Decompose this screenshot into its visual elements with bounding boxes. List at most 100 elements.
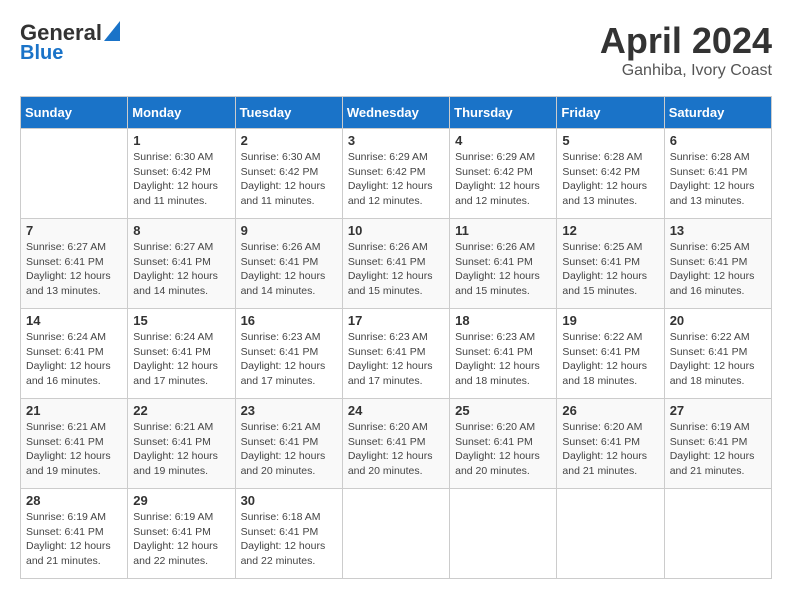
day-number: 13 [670,223,766,238]
calendar-cell: 3 Sunrise: 6:29 AMSunset: 6:42 PMDaylight… [342,129,449,219]
calendar-cell: 12 Sunrise: 6:25 AMSunset: 6:41 PMDayligh… [557,219,664,309]
calendar-cell: 9Sunrise: 6:26 AMSunset: 6:41 PMDaylight… [235,219,342,309]
day-info: Sunrise: 6:21 AMSunset: 6:41 PMDaylight:… [133,420,229,479]
month-title: April 2024 [600,20,772,62]
weekday-header-monday: Monday [128,97,235,129]
day-info: Sunrise: 6:24 AMSunset: 6:41 PMDaylight:… [133,330,229,389]
day-number: 28 [26,493,122,508]
day-number: 19 [562,313,658,328]
day-number: 7 [26,223,122,238]
calendar-cell: 21 Sunrise: 6:21 AMSunset: 6:41 PMDayligh… [21,399,128,489]
day-info: Sunrise: 6:28 AMSunset: 6:42 PMDaylight:… [562,150,658,209]
day-number: 24 [348,403,444,418]
day-number: 2 [241,133,337,148]
calendar-cell: 29 Sunrise: 6:19 AMSunset: 6:41 PMDayligh… [128,489,235,579]
day-info: Sunrise: 6:20 AMSunset: 6:41 PMDaylight:… [455,420,551,479]
calendar-cell [21,129,128,219]
day-number: 17 [348,313,444,328]
day-number: 6 [670,133,766,148]
calendar-cell: 22 Sunrise: 6:21 AMSunset: 6:41 PMDayligh… [128,399,235,489]
day-info: Sunrise: 6:29 AMSunset: 6:42 PMDaylight:… [348,150,444,209]
day-info: Sunrise: 6:25 AMSunset: 6:41 PMDaylight:… [670,240,766,299]
calendar-cell [450,489,557,579]
weekday-header-thursday: Thursday [450,97,557,129]
day-number: 25 [455,403,551,418]
calendar-cell: 4 Sunrise: 6:29 AMSunset: 6:42 PMDaylight… [450,129,557,219]
title-area: April 2024 Ganhiba, Ivory Coast [600,20,772,80]
day-number: 29 [133,493,229,508]
calendar-cell [664,489,771,579]
day-info: Sunrise: 6:29 AMSunset: 6:42 PMDaylight:… [455,150,551,209]
calendar-cell: 1Sunrise: 6:30 AMSunset: 6:42 PMDaylight… [128,129,235,219]
day-number: 26 [562,403,658,418]
week-row-4: 28 Sunrise: 6:19 AMSunset: 6:41 PMDayligh… [21,489,772,579]
calendar-cell: 11Sunrise: 6:26 AMSunset: 6:41 PMDayligh… [450,219,557,309]
day-info: Sunrise: 6:19 AMSunset: 6:41 PMDaylight:… [133,510,229,569]
day-info: Sunrise: 6:26 AMSunset: 6:41 PMDaylight:… [455,240,551,299]
day-number: 21 [26,403,122,418]
day-number: 5 [562,133,658,148]
day-info: Sunrise: 6:18 AMSunset: 6:41 PMDaylight:… [241,510,337,569]
calendar-cell: 14 Sunrise: 6:24 AMSunset: 6:41 PMDayligh… [21,309,128,399]
day-number: 3 [348,133,444,148]
calendar-cell: 8Sunrise: 6:27 AMSunset: 6:41 PMDaylight… [128,219,235,309]
calendar-header: SundayMondayTuesdayWednesdayThursdayFrid… [21,97,772,129]
week-row-3: 21 Sunrise: 6:21 AMSunset: 6:41 PMDayligh… [21,399,772,489]
calendar-cell [342,489,449,579]
day-number: 14 [26,313,122,328]
calendar-cell: 27Sunrise: 6:19 AMSunset: 6:41 PMDayligh… [664,399,771,489]
day-number: 9 [241,223,337,238]
day-info: Sunrise: 6:20 AMSunset: 6:41 PMDaylight:… [562,420,658,479]
calendar-cell: 6 Sunrise: 6:28 AMSunset: 6:41 PMDaylight… [664,129,771,219]
week-row-2: 14 Sunrise: 6:24 AMSunset: 6:41 PMDayligh… [21,309,772,399]
day-number: 22 [133,403,229,418]
day-info: Sunrise: 6:20 AMSunset: 6:41 PMDaylight:… [348,420,444,479]
day-number: 30 [241,493,337,508]
calendar-cell: 24 Sunrise: 6:20 AMSunset: 6:41 PMDayligh… [342,399,449,489]
calendar-table: SundayMondayTuesdayWednesdayThursdayFrid… [20,96,772,579]
location-title: Ganhiba, Ivory Coast [600,62,772,80]
day-info: Sunrise: 6:30 AMSunset: 6:42 PMDaylight:… [133,150,229,209]
day-number: 12 [562,223,658,238]
calendar-cell: 18Sunrise: 6:23 AMSunset: 6:41 PMDayligh… [450,309,557,399]
calendar-cell: 2 Sunrise: 6:30 AMSunset: 6:42 PMDaylight… [235,129,342,219]
day-info: Sunrise: 6:22 AMSunset: 6:41 PMDaylight:… [562,330,658,389]
day-info: Sunrise: 6:27 AMSunset: 6:41 PMDaylight:… [26,240,122,299]
day-number: 27 [670,403,766,418]
weekday-header-wednesday: Wednesday [342,97,449,129]
weekday-header-saturday: Saturday [664,97,771,129]
day-info: Sunrise: 6:24 AMSunset: 6:41 PMDaylight:… [26,330,122,389]
calendar-cell: 25 Sunrise: 6:20 AMSunset: 6:41 PMDayligh… [450,399,557,489]
day-info: Sunrise: 6:22 AMSunset: 6:41 PMDaylight:… [670,330,766,389]
weekday-header-tuesday: Tuesday [235,97,342,129]
day-number: 4 [455,133,551,148]
day-info: Sunrise: 6:25 AMSunset: 6:41 PMDaylight:… [562,240,658,299]
calendar-body: 1Sunrise: 6:30 AMSunset: 6:42 PMDaylight… [21,129,772,579]
day-number: 8 [133,223,229,238]
calendar-cell: 19 Sunrise: 6:22 AMSunset: 6:41 PMDayligh… [557,309,664,399]
week-row-0: 1Sunrise: 6:30 AMSunset: 6:42 PMDaylight… [21,129,772,219]
day-info: Sunrise: 6:21 AMSunset: 6:41 PMDaylight:… [26,420,122,479]
calendar-cell: 28 Sunrise: 6:19 AMSunset: 6:41 PMDayligh… [21,489,128,579]
calendar-cell: 30 Sunrise: 6:18 AMSunset: 6:41 PMDayligh… [235,489,342,579]
day-number: 16 [241,313,337,328]
day-number: 23 [241,403,337,418]
day-info: Sunrise: 6:23 AMSunset: 6:41 PMDaylight:… [455,330,551,389]
week-row-1: 7 Sunrise: 6:27 AMSunset: 6:41 PMDaylight… [21,219,772,309]
day-number: 15 [133,313,229,328]
calendar-cell: 7 Sunrise: 6:27 AMSunset: 6:41 PMDaylight… [21,219,128,309]
weekday-row: SundayMondayTuesdayWednesdayThursdayFrid… [21,97,772,129]
calendar-cell: 10Sunrise: 6:26 AMSunset: 6:41 PMDayligh… [342,219,449,309]
weekday-header-friday: Friday [557,97,664,129]
calendar-cell: 15 Sunrise: 6:24 AMSunset: 6:41 PMDayligh… [128,309,235,399]
weekday-header-sunday: Sunday [21,97,128,129]
calendar-cell: 16Sunrise: 6:23 AMSunset: 6:41 PMDayligh… [235,309,342,399]
day-number: 20 [670,313,766,328]
calendar-cell: 5 Sunrise: 6:28 AMSunset: 6:42 PMDaylight… [557,129,664,219]
calendar-cell: 17Sunrise: 6:23 AMSunset: 6:41 PMDayligh… [342,309,449,399]
day-info: Sunrise: 6:28 AMSunset: 6:41 PMDaylight:… [670,150,766,209]
day-info: Sunrise: 6:30 AMSunset: 6:42 PMDaylight:… [241,150,337,209]
logo: General Blue [20,20,121,65]
day-info: Sunrise: 6:19 AMSunset: 6:41 PMDaylight:… [26,510,122,569]
day-info: Sunrise: 6:26 AMSunset: 6:41 PMDaylight:… [348,240,444,299]
